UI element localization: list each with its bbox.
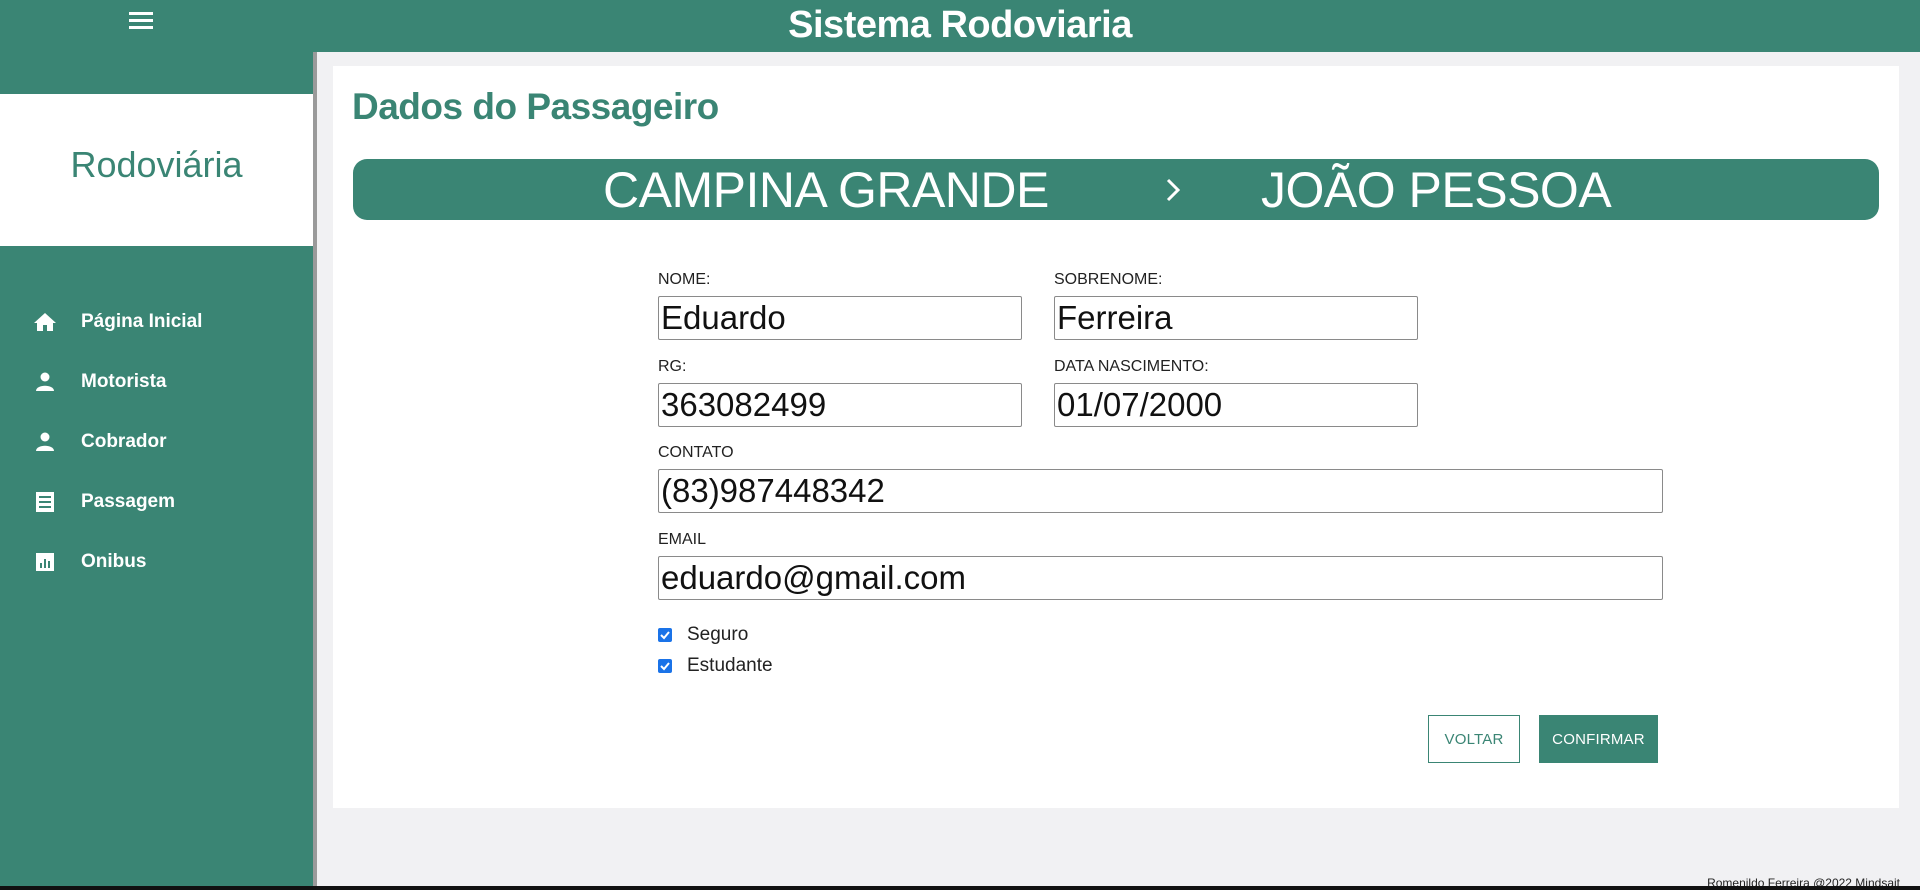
sidebar-item-cobrador[interactable]: Cobrador xyxy=(0,412,313,472)
sidebar-item-label: Motorista xyxy=(81,371,167,392)
route-banner: CAMPINA GRANDE JOÃO PESSOA xyxy=(353,159,1879,220)
sidebar-item-label: Cobrador xyxy=(81,431,167,452)
person-icon xyxy=(36,432,54,451)
page-title: Dados do Passageiro xyxy=(352,86,719,127)
main-card: Dados do Passageiro CAMPINA GRANDE JOÃO … xyxy=(333,66,1899,808)
check-icon xyxy=(660,662,670,671)
estudante-option: Estudante xyxy=(658,655,773,677)
estudante-label: Estudante xyxy=(687,655,773,676)
app-title: Sistema Rodoviaria xyxy=(788,4,1132,46)
home-icon xyxy=(34,313,56,331)
route-destination: JOÃO PESSOA xyxy=(1261,162,1612,218)
rg-label: RG: xyxy=(658,358,687,375)
sidebar-item-label: Página Inicial xyxy=(81,311,203,332)
sidebar-item-label: Passagem xyxy=(81,491,176,512)
receipt-icon xyxy=(36,492,54,512)
seguro-checkbox[interactable] xyxy=(658,628,672,642)
sidebar-item-onibus[interactable]: Onibus xyxy=(0,532,313,592)
sidebar-divider xyxy=(313,52,317,890)
contato-input[interactable] xyxy=(658,469,1663,513)
sobrenome-label: SOBRENOME: xyxy=(1054,271,1163,288)
seguro-option: Seguro xyxy=(658,624,748,646)
chart-icon xyxy=(36,553,54,571)
sidebar-nav: Página Inicial Motorista Cobrador Passag… xyxy=(0,292,313,592)
check-icon xyxy=(660,631,670,640)
top-bar: Sistema Rodoviaria xyxy=(0,0,1920,52)
sidebar-item-motorista[interactable]: Motorista xyxy=(0,352,313,412)
nascimento-label: DATA NASCIMENTO: xyxy=(1054,358,1209,375)
sidebar-item-pagina-inicial[interactable]: Página Inicial xyxy=(0,292,313,352)
sidebar: Rodoviária Página Inicial Motorista Cobr… xyxy=(0,52,313,890)
seguro-label: Seguro xyxy=(687,624,749,645)
sobrenome-input[interactable] xyxy=(1054,296,1418,340)
chevron-right-icon xyxy=(1166,178,1181,202)
confirmar-button[interactable]: CONFIRMAR xyxy=(1539,715,1658,763)
voltar-button[interactable]: VOLTAR xyxy=(1428,715,1520,763)
contato-label: CONTATO xyxy=(658,444,734,461)
email-label: EMAIL xyxy=(658,531,707,548)
nascimento-input[interactable] xyxy=(1054,383,1418,427)
brand-box: Rodoviária xyxy=(0,94,313,246)
bottom-border xyxy=(0,886,1920,890)
email-input[interactable] xyxy=(658,556,1663,600)
person-icon xyxy=(36,372,54,391)
route-origin: CAMPINA GRANDE xyxy=(603,162,1049,218)
rg-input[interactable] xyxy=(658,383,1022,427)
nome-label: NOME: xyxy=(658,271,711,288)
sidebar-item-passagem[interactable]: Passagem xyxy=(0,472,313,532)
estudante-checkbox[interactable] xyxy=(658,659,672,673)
nome-input[interactable] xyxy=(658,296,1022,340)
sidebar-item-label: Onibus xyxy=(81,551,147,572)
brand-name: Rodoviária xyxy=(70,144,243,185)
